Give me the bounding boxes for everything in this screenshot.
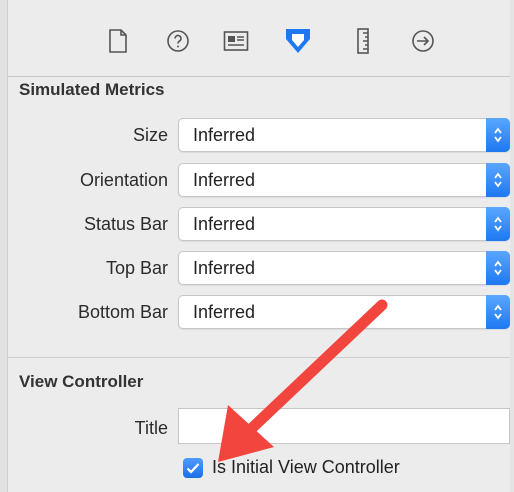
bottom-bar-label: Bottom Bar xyxy=(77,302,168,322)
file-icon[interactable] xyxy=(103,26,133,56)
status-bar-value: Inferred xyxy=(193,214,256,234)
connections-icon[interactable] xyxy=(408,26,438,56)
view-controller-header: View Controller xyxy=(19,372,144,391)
simulated-metrics-header: Simulated Metrics xyxy=(19,80,165,99)
attributes-icon[interactable] xyxy=(283,26,313,56)
size-popup[interactable]: Inferred xyxy=(178,118,510,152)
popup-chevrons-icon xyxy=(486,163,510,197)
title-label: Title xyxy=(134,418,168,438)
orientation-value: Inferred xyxy=(193,170,256,190)
status-bar-label: Status Bar xyxy=(83,214,168,234)
bottom-bar-popup[interactable]: Inferred xyxy=(178,295,510,329)
popup-chevrons-icon xyxy=(486,118,510,152)
status-bar-popup[interactable]: Inferred xyxy=(178,207,510,241)
left-edge xyxy=(0,0,8,492)
top-bar-popup[interactable]: Inferred xyxy=(178,251,510,285)
inspector-toolbar xyxy=(8,0,510,77)
popup-chevrons-icon xyxy=(486,251,510,285)
bottom-bar-value: Inferred xyxy=(193,302,256,322)
initial-view-controller-label: Is Initial View Controller xyxy=(212,457,400,477)
identity-icon[interactable] xyxy=(221,26,251,56)
top-bar-value: Inferred xyxy=(193,258,256,278)
size-value: Inferred xyxy=(193,125,256,145)
initial-view-controller-checkbox[interactable] xyxy=(183,458,203,478)
orientation-label: Orientation xyxy=(79,170,168,190)
popup-chevrons-icon xyxy=(486,207,510,241)
orientation-popup[interactable]: Inferred xyxy=(178,163,510,197)
top-bar-label: Top Bar xyxy=(105,258,168,278)
help-icon[interactable] xyxy=(163,26,193,56)
inspector-panel: Simulated Metrics Size Inferred Orientat… xyxy=(0,0,514,492)
size-label: Size xyxy=(132,125,168,145)
title-input[interactable] xyxy=(178,408,510,444)
popup-chevrons-icon xyxy=(486,295,510,329)
size-icon[interactable] xyxy=(348,26,378,56)
checkmark-icon xyxy=(186,463,200,474)
section-divider xyxy=(8,357,510,358)
right-edge xyxy=(510,0,514,492)
